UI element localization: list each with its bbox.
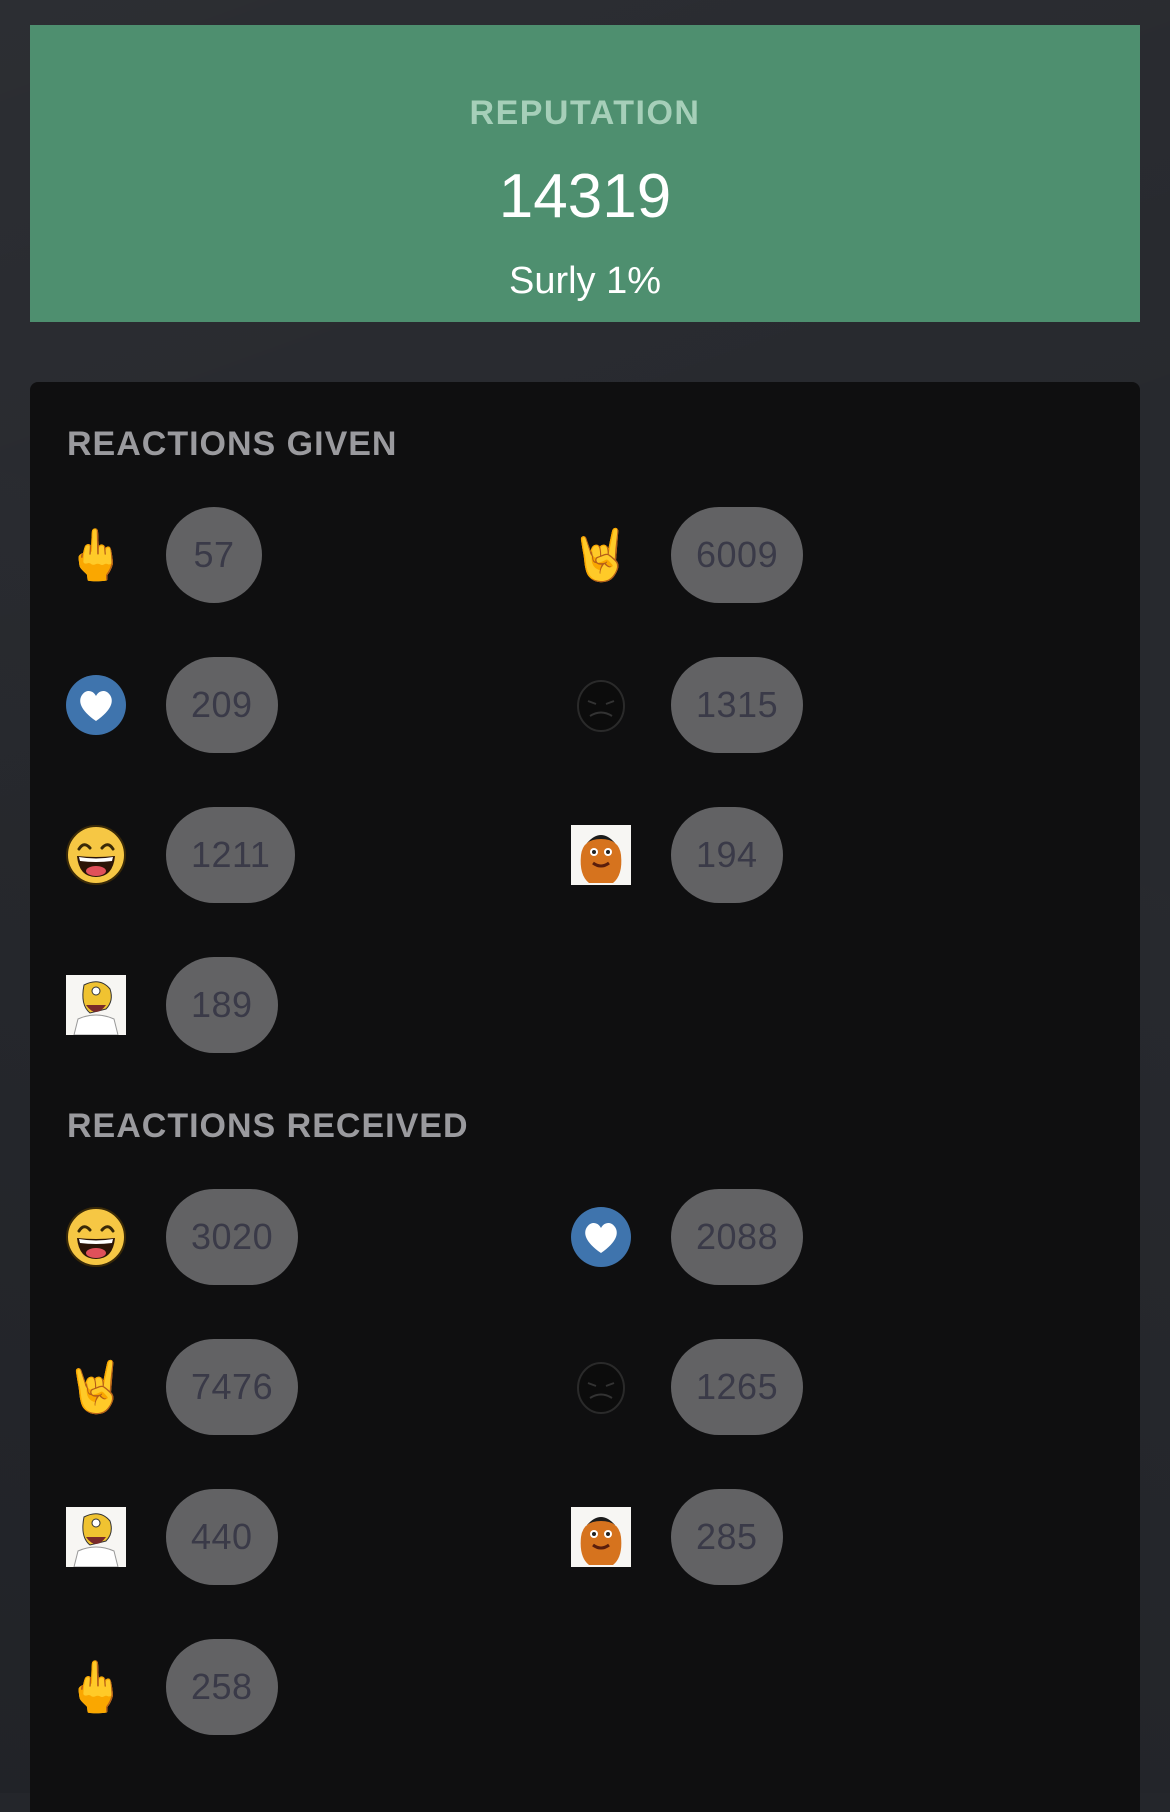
given-reaction-laughing[interactable]: 1211 bbox=[30, 807, 296, 903]
reaction-count-pill[interactable]: 285 bbox=[671, 1489, 783, 1585]
reaction-count-pill[interactable]: 440 bbox=[166, 1489, 278, 1585]
reaction-count-pill[interactable]: 57 bbox=[166, 507, 262, 603]
cartoon-drooling-man-icon bbox=[66, 1507, 126, 1567]
laughing-face-icon bbox=[66, 825, 126, 885]
received-reaction-laughing[interactable]: 3020 bbox=[30, 1189, 299, 1285]
heart-icon bbox=[571, 1207, 631, 1267]
reaction-count-pill[interactable]: 7476 bbox=[166, 1339, 299, 1435]
reaction-count-pill[interactable]: 2088 bbox=[671, 1189, 804, 1285]
reactions-panel: REACTIONS GIVEN 🖕 57 🤘 6009 209 1315 121… bbox=[30, 382, 1140, 1812]
received-reaction-heart[interactable]: 2088 bbox=[535, 1189, 804, 1285]
reputation-value: 14319 bbox=[498, 162, 672, 231]
orange-mascot-icon bbox=[571, 1507, 631, 1567]
reputation-title: REPUTATION bbox=[469, 94, 701, 132]
reaction-count-pill[interactable]: 1265 bbox=[671, 1339, 804, 1435]
reaction-count-pill[interactable]: 1315 bbox=[671, 657, 804, 753]
received-reaction-rage-face[interactable]: 1265 bbox=[535, 1339, 804, 1435]
reaction-count-pill[interactable]: 3020 bbox=[166, 1189, 299, 1285]
received-reaction-middle-finger[interactable]: 🖕 258 bbox=[30, 1639, 278, 1735]
reaction-count-pill[interactable]: 258 bbox=[166, 1639, 278, 1735]
received-reaction-mascot[interactable]: 285 bbox=[535, 1489, 783, 1585]
given-reaction-mascot[interactable]: 194 bbox=[535, 807, 783, 903]
given-reaction-middle-finger[interactable]: 🖕 57 bbox=[30, 507, 262, 603]
reaction-count-pill[interactable]: 189 bbox=[166, 957, 278, 1053]
heart-icon bbox=[66, 675, 126, 735]
reaction-count-pill[interactable]: 194 bbox=[671, 807, 783, 903]
middle-finger-icon: 🖕 bbox=[64, 527, 128, 583]
middle-finger-icon: 🖕 bbox=[64, 1659, 128, 1715]
dark-rage-face-icon bbox=[571, 1357, 631, 1417]
given-reaction-cartoon-man[interactable]: 189 bbox=[30, 957, 278, 1053]
rock-on-hand-icon: 🤘 bbox=[569, 527, 633, 583]
given-reaction-rock-on[interactable]: 🤘 6009 bbox=[535, 507, 804, 603]
reaction-count-pill[interactable]: 209 bbox=[166, 657, 278, 753]
given-reaction-rage-face[interactable]: 1315 bbox=[535, 657, 804, 753]
received-reaction-rock-on[interactable]: 🤘 7476 bbox=[30, 1339, 299, 1435]
reaction-count-pill[interactable]: 6009 bbox=[671, 507, 804, 603]
laughing-face-icon bbox=[66, 1207, 126, 1267]
reaction-count-pill[interactable]: 1211 bbox=[166, 807, 296, 903]
reactions-received-title: REACTIONS RECEIVED bbox=[67, 1107, 469, 1145]
cartoon-drooling-man-icon bbox=[66, 975, 126, 1035]
received-reaction-cartoon-man[interactable]: 440 bbox=[30, 1489, 278, 1585]
orange-mascot-icon bbox=[571, 825, 631, 885]
rock-on-hand-icon: 🤘 bbox=[64, 1359, 128, 1415]
reputation-card: REPUTATION 14319 Surly 1% bbox=[30, 25, 1140, 322]
given-reaction-heart[interactable]: 209 bbox=[30, 657, 278, 753]
dark-rage-face-icon bbox=[571, 675, 631, 735]
reactions-given-title: REACTIONS GIVEN bbox=[67, 425, 398, 463]
reputation-rank: Surly 1% bbox=[508, 260, 662, 302]
